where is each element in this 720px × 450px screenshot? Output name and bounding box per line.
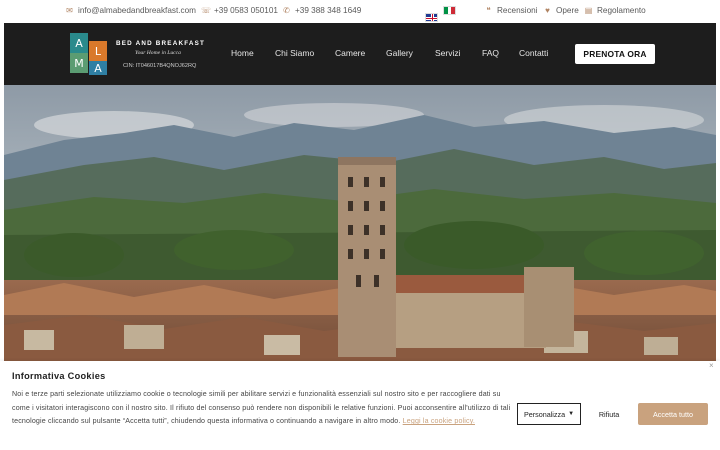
cookie-banner: × Informativa Cookies Noi e terze parti …: [0, 361, 720, 450]
cookie-policy-link[interactable]: Leggi la cookie policy.: [403, 417, 475, 425]
italian-flag-icon[interactable]: [443, 6, 456, 15]
nav-home[interactable]: Home: [231, 48, 254, 58]
brand-title: BED AND BREAKFAST: [116, 40, 206, 47]
phone1-text: +39 0583 050101: [214, 6, 278, 15]
nav-chi-siamo[interactable]: Chi Siamo: [275, 48, 314, 58]
rules-link[interactable]: ▤ Regolamento: [584, 6, 646, 15]
english-flag-icon[interactable]: [425, 13, 438, 22]
hero-image: [4, 85, 716, 363]
logo-tile: A: [70, 33, 88, 53]
works-label: Opere: [556, 6, 579, 15]
top-bar: ✉ info@almabedandbreakfast.com ☏ +39 058…: [0, 0, 720, 23]
cookie-text: Noi e terze parti selezionate utilizziam…: [12, 388, 512, 429]
phone2-link[interactable]: ✆ +39 388 348 1649: [282, 6, 361, 15]
document-icon: ▤: [584, 6, 593, 15]
book-now-button[interactable]: PRENOTA ORA: [575, 44, 655, 64]
logo-tile: L: [89, 41, 107, 61]
nav-servizi[interactable]: Servizi: [435, 48, 461, 58]
phone2-text: +39 388 348 1649: [295, 6, 362, 15]
nav-contatti[interactable]: Contatti: [519, 48, 548, 58]
comments-icon: ❝: [486, 6, 491, 15]
brand-cin: CIN: IT046017B4QNOJ62RQ: [123, 63, 197, 69]
reviews-label: Recensioni: [497, 6, 538, 15]
nav-faq[interactable]: FAQ: [482, 48, 499, 58]
nav-camere[interactable]: Camere: [335, 48, 365, 58]
phone-square-icon: ☏: [201, 6, 212, 15]
rules-label: Regolamento: [597, 6, 646, 15]
phone1-link[interactable]: ☏ +39 0583 050101: [201, 6, 278, 15]
close-icon[interactable]: ×: [709, 361, 714, 370]
nav-gallery[interactable]: Gallery: [386, 48, 413, 58]
main-header: A L M A BED AND BREAKFAST Your Home in L…: [4, 23, 716, 85]
brand-subtitle: Your Home in Lucca: [135, 50, 181, 56]
phone-icon: ✆: [283, 6, 290, 15]
reject-button[interactable]: Rifiuta: [588, 403, 630, 425]
email-text: info@almabedandbreakfast.com: [78, 6, 196, 15]
heart-icon: ♥: [545, 6, 550, 15]
accept-all-button[interactable]: Accetta tutto: [638, 403, 708, 425]
logo-tile: M: [70, 53, 88, 73]
reviews-link[interactable]: ❝ Recensioni: [484, 6, 538, 15]
lucca-panorama-image: [4, 85, 716, 363]
logo-tile: A: [89, 61, 107, 75]
caret-down-icon: ▼: [568, 411, 575, 417]
works-link[interactable]: ♥ Opere: [543, 6, 579, 15]
customize-label: Personalizza: [523, 409, 566, 419]
logo[interactable]: A L M A: [70, 33, 107, 75]
cookie-title: Informativa Cookies: [12, 371, 106, 381]
email-link[interactable]: ✉ info@almabedandbreakfast.com: [65, 6, 196, 15]
envelope-icon: ✉: [66, 6, 73, 15]
customize-button[interactable]: Personalizza ▼: [517, 403, 581, 425]
